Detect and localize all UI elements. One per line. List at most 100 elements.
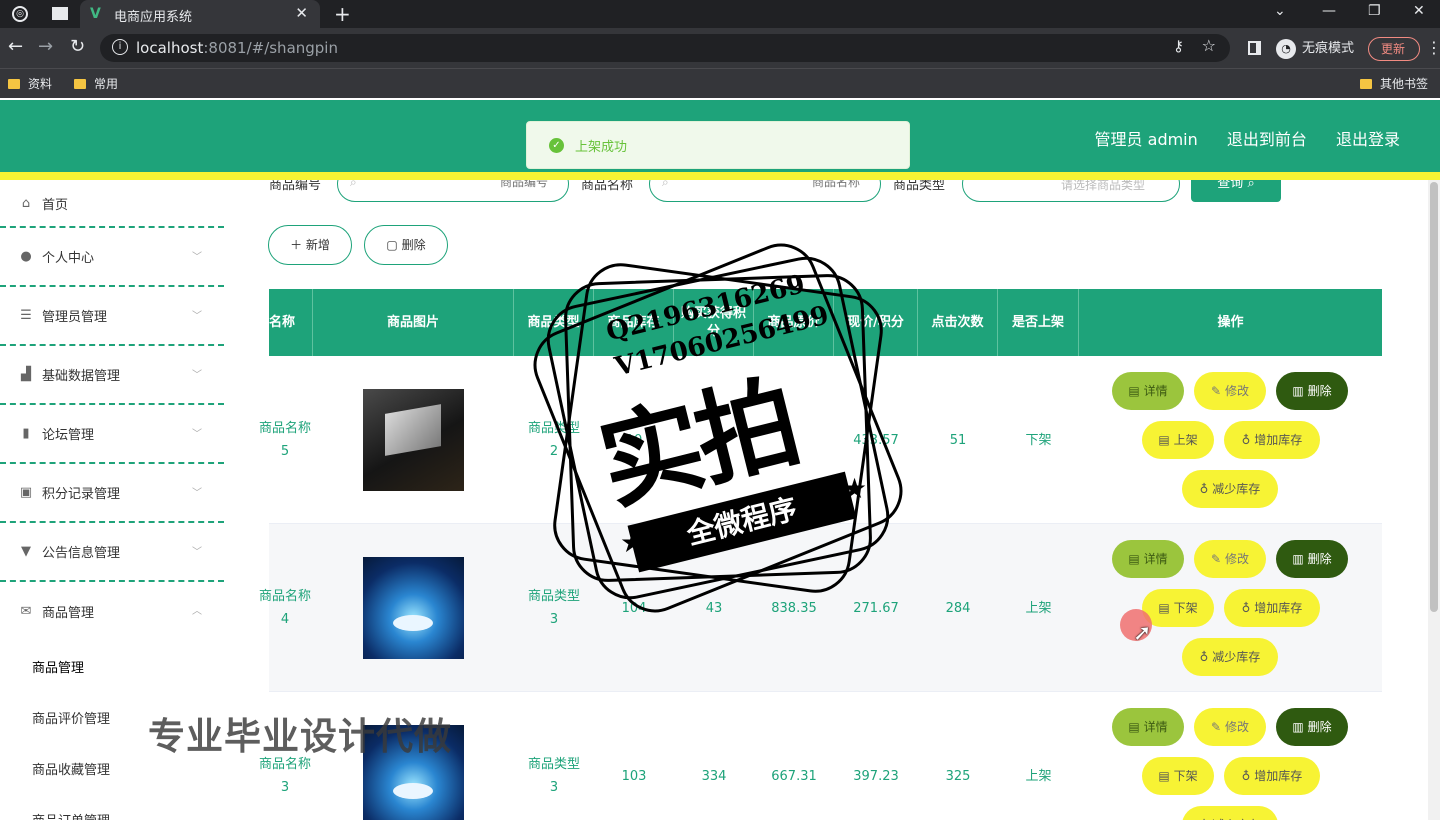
cell-orig-price: 838.35 [771, 600, 817, 616]
other-bookmarks-label: 其他书签 [1380, 77, 1429, 91]
restore-window-icon[interactable]: ❐ [1368, 3, 1381, 19]
sidebar-item-forum[interactable]: ▮ 论坛管理 ﹀ [0, 405, 224, 464]
chevron-down-icon: ﹀ [192, 488, 202, 499]
cell-stock: 103 [621, 768, 647, 784]
bookmark-folder-ziliao[interactable]: 资料 [8, 75, 52, 92]
cell-type: 商品类型2 [527, 421, 580, 459]
reload-icon[interactable]: ↻ [70, 36, 85, 57]
shelf-toggle-button[interactable]: ▤ 下架 [1142, 757, 1214, 795]
bell-icon: ▼ [21, 544, 31, 559]
bookmark-folder-changyong[interactable]: 常用 [74, 75, 118, 92]
sidebar-subitem-product-favorites[interactable]: 商品收藏管理 [0, 743, 224, 794]
url-text[interactable]: localhost:8081/#/shangpin [136, 39, 338, 57]
delete-button[interactable]: ▥ 删除 [1276, 540, 1348, 578]
reduce-stock-button[interactable]: ♁ 减少库存 [1182, 806, 1278, 820]
site-info-icon[interactable]: i [112, 39, 128, 55]
side-panel-icon[interactable] [1248, 41, 1261, 55]
detail-button[interactable]: ▤ 详情 [1112, 540, 1184, 578]
close-window-icon[interactable]: ✕ [1413, 3, 1425, 19]
back-arrow-icon[interactable]: ← [8, 36, 23, 57]
sidebar-item-personal-center[interactable]: ● 个人中心 ﹀ [0, 228, 224, 287]
sidebar-subitem-product-orders[interactable]: 商品订单管理 [0, 794, 224, 820]
delete-button[interactable]: ▥ 删除 [1276, 372, 1348, 410]
sidebar-item-admin-management[interactable]: ☰ 管理员管理 ﹀ [0, 287, 224, 346]
product-name-input[interactable]: ⌕ [649, 180, 881, 202]
product-image-blue [363, 557, 464, 659]
product-name-field[interactable] [680, 180, 860, 189]
delete-label: 删除 [1307, 720, 1332, 734]
minimize-window-icon[interactable]: — [1322, 3, 1336, 19]
sidebar-item-points-records[interactable]: ▣ 积分记录管理 ﹀ [0, 464, 224, 523]
other-bookmarks[interactable]: 其他书签 [1360, 75, 1428, 92]
chevron-down-icon: ﹀ [192, 370, 202, 381]
toast-message: 上架成功 [575, 140, 628, 155]
tab-group-icon[interactable] [52, 7, 68, 20]
add-stock-button[interactable]: ♁ 增加库存 [1224, 757, 1320, 795]
col-stock: 商品库存 [594, 289, 674, 356]
url-input[interactable]: i localhost:8081/#/shangpin ⚷ ☆ [100, 34, 1230, 62]
search-form: 商品编号 ⌕ 商品名称 ⌕ 商品类型 请选择商品类型 查询 ⌕ [224, 180, 1424, 202]
pencil-icon: ✎ [1211, 720, 1222, 734]
globe-icon[interactable]: ◎ [12, 6, 28, 22]
edit-button[interactable]: ✎ 修改 [1194, 540, 1266, 578]
sidebar-item-label: 论坛管理 [42, 428, 95, 443]
doc-icon: ▤ [1158, 601, 1170, 615]
bookmark-star-icon[interactable]: ☆ [1202, 36, 1216, 55]
chevron-down-icon: ﹀ [192, 547, 202, 558]
add-stock-button[interactable]: ♁ 增加库存 [1224, 589, 1320, 627]
cell-image [313, 524, 514, 692]
bookmark-label: 资料 [28, 77, 53, 91]
new-tab-button[interactable]: + [334, 2, 351, 26]
browser-menu-icon[interactable]: ⋮ [1426, 38, 1440, 57]
add-button[interactable]: ＋ 新增 [268, 225, 352, 265]
tab-search-chevron-icon[interactable]: ⌄ [1274, 3, 1286, 19]
key-icon[interactable]: ⚷ [1173, 37, 1184, 55]
product-code-field[interactable] [368, 180, 548, 189]
incognito-label: 无痕模式 [1302, 41, 1355, 56]
header-links: 管理员 admin 退出到前台 退出登录 [1071, 126, 1400, 150]
col-on-shelf: 是否上架 [998, 289, 1079, 356]
reduce-stock-button[interactable]: ♁ 减少库存 [1182, 638, 1278, 676]
sidebar-item-home[interactable]: ⌂ 首页 [0, 180, 224, 228]
add-stock-button[interactable]: ♁ 增加库存 [1224, 421, 1320, 459]
sliders-icon: ☰ [20, 308, 32, 323]
detail-button[interactable]: ▤ 详情 [1112, 708, 1184, 746]
product-type-select[interactable]: 请选择商品类型 [962, 180, 1180, 202]
exit-to-front-link[interactable]: 退出到前台 [1227, 130, 1307, 149]
col-orig-price: 商品原价 [754, 289, 834, 356]
success-toast: ✓ 上架成功 [526, 121, 910, 169]
cell-stock: 10 [625, 432, 643, 448]
cell-on-shelf: 上架 [1025, 600, 1052, 616]
sidebar-item-announcements[interactable]: ▼ 公告信息管理 ﹀ [0, 523, 224, 582]
sidebar-item-label: 积分记录管理 [42, 487, 121, 502]
logout-link[interactable]: 退出登录 [1336, 130, 1400, 149]
cell-name: 商品名称5 [258, 421, 311, 459]
scrollbar-thumb[interactable] [1430, 182, 1438, 612]
browser-tab[interactable]: V 电商应用系统 ✕ [80, 0, 320, 28]
edit-button[interactable]: ✎ 修改 [1194, 708, 1266, 746]
update-button[interactable]: 更新 [1368, 37, 1420, 61]
bulb-icon: ♁ [1241, 769, 1251, 783]
sidebar-subitem-products[interactable]: 商品管理 [0, 641, 224, 692]
batch-delete-button[interactable]: ▢ 删除 [364, 225, 448, 265]
query-button[interactable]: 查询 ⌕ [1191, 180, 1281, 202]
forward-arrow-icon[interactable]: → [38, 36, 53, 57]
url-path: :8081/#/shangpin [203, 39, 338, 57]
tab-close-icon[interactable]: ✕ [295, 4, 308, 22]
detail-button[interactable]: ▤ 详情 [1112, 372, 1184, 410]
sidebar-item-products[interactable]: ✉ 商品管理 ︿ [0, 582, 224, 641]
reduce-stock-button[interactable]: ♁ 减少库存 [1182, 470, 1278, 508]
sidebar-item-label: 个人中心 [42, 251, 95, 266]
sidebar-item-base-data[interactable]: ▟ 基础数据管理 ﹀ [0, 346, 224, 405]
shelf-toggle-button[interactable]: ▤ 上架 [1142, 421, 1214, 459]
product-code-input[interactable]: ⌕ [337, 180, 569, 202]
detail-label: 详情 [1143, 384, 1168, 398]
cell-type: 商品类型3 [527, 757, 580, 795]
sidebar-subitem-product-reviews[interactable]: 商品评价管理 [0, 692, 224, 743]
edit-button[interactable]: ✎ 修改 [1194, 372, 1266, 410]
cell-clicks: 325 [945, 768, 971, 784]
search-label-name: 商品名称 [581, 180, 634, 193]
delete-button[interactable]: ▥ 删除 [1276, 708, 1348, 746]
incognito-indicator[interactable]: ◔ 无痕模式 [1276, 37, 1354, 59]
shelf-toggle-button[interactable]: ▤ 下架 [1142, 589, 1214, 627]
